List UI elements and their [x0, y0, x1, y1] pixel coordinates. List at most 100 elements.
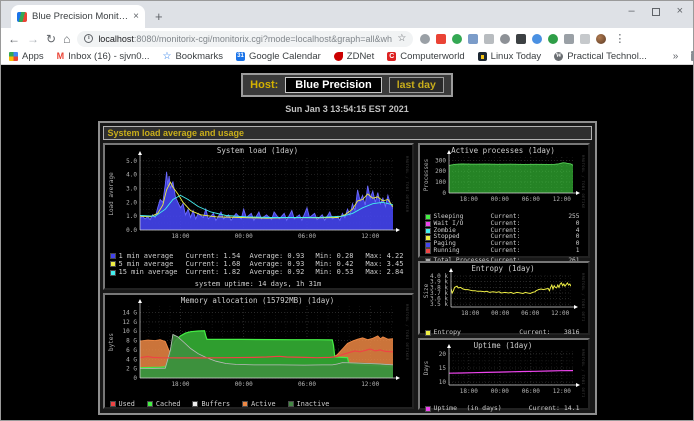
- report-datetime: Sun Jan 3 13:54:15 EST 2021: [1, 104, 693, 114]
- svg-text:RRDTOOL / TOBI OETIKER: RRDTOOL / TOBI OETIKER: [405, 304, 409, 361]
- processes-graph[interactable]: 010020030018:0000:0006:0012:00Active pro…: [421, 146, 587, 213]
- bookmark-inbox[interactable]: MInbox (16) - sjvn0...: [57, 51, 150, 62]
- svg-text:1.0: 1.0: [126, 213, 137, 220]
- svg-text:Uptime (1day): Uptime (1day): [473, 341, 532, 350]
- messenger-extension-icon[interactable]: [532, 34, 542, 44]
- memory-legend: UsedCachedBuffersActiveInactive: [106, 398, 411, 412]
- computerworld-icon: C: [387, 52, 396, 61]
- host-selector-bar: Host: Blue Precision last day: [241, 73, 453, 97]
- svg-text:Memory allocation (15792MB) (: Memory allocation (15792MB) (1day): [180, 296, 334, 305]
- svg-text:15: 15: [438, 365, 446, 372]
- memory-chartbox: 02 G4 G6 G8 G10 G12 G14 G18:0000:0006:00…: [103, 293, 414, 409]
- browser-menu-icon[interactable]: ⋮: [614, 32, 625, 45]
- section-title: System load average and usage: [103, 126, 592, 140]
- browser-window: Blue Precision Monitorix × + – × ← → ↻ ⌂…: [0, 0, 694, 421]
- tab-close-icon[interactable]: ×: [133, 11, 139, 22]
- tab-title: Blue Precision Monitorix: [32, 11, 128, 22]
- url-text[interactable]: localhost:8080/monitorix-cgi/monitorix.c…: [98, 34, 392, 44]
- adblock-extension-icon[interactable]: [548, 34, 558, 44]
- bookmark-apps[interactable]: Apps: [9, 51, 44, 62]
- svg-text:00:00: 00:00: [490, 388, 508, 395]
- uptime-graph[interactable]: 10152018:0000:0006:0012:00Uptime (1day)D…: [421, 341, 587, 403]
- svg-text:Load average: Load average: [108, 172, 115, 216]
- bookmark-label: Linux Today: [491, 51, 542, 62]
- svg-text:0: 0: [442, 190, 446, 197]
- svg-text:20: 20: [438, 351, 446, 358]
- home-icon[interactable]: ⌂: [63, 33, 70, 45]
- svg-text:18:00: 18:00: [461, 310, 479, 317]
- svg-text:300: 300: [435, 157, 446, 164]
- graphs-frame: System load average and usage 0.01.02.03…: [98, 121, 597, 415]
- svg-text:3.0: 3.0: [126, 185, 137, 192]
- processes-legend: SleepingCurrent:255Wait I/OCurrent:0Zomb…: [421, 213, 587, 267]
- browser-tab[interactable]: Blue Precision Monitorix ×: [11, 5, 145, 28]
- new-tab-button[interactable]: +: [155, 9, 163, 24]
- svg-text:06:00: 06:00: [521, 388, 539, 395]
- entropy-graph[interactable]: 3.5 k3.6 k3.7 k3.8 k3.9 k4.0 k18:0000:00…: [421, 264, 587, 327]
- address-bar[interactable]: i localhost:8080/monitorix-cgi/monitorix…: [77, 31, 413, 47]
- bookmark-label: Bookmarks: [175, 51, 223, 62]
- bookmark-linuxtoday[interactable]: Linux Today: [478, 51, 542, 62]
- svg-text:Entropy (1day): Entropy (1day): [471, 264, 534, 273]
- svg-text:18:00: 18:00: [171, 233, 189, 240]
- web-extension-icon[interactable]: [500, 34, 510, 44]
- bookmark-practical[interactable]: WPractical Technol...: [554, 51, 647, 62]
- entropy-chartbox: 3.5 k3.6 k3.7 k3.8 k3.9 k4.0 k18:0000:00…: [418, 261, 590, 335]
- svg-text:0.0: 0.0: [126, 227, 137, 234]
- bookmarks-overflow-icon[interactable]: »: [673, 51, 679, 62]
- screenshot-extension-icon[interactable]: [484, 34, 494, 44]
- extensions-row: ⋮: [420, 32, 625, 45]
- svg-text:Days: Days: [423, 360, 430, 375]
- svg-text:12:00: 12:00: [552, 196, 570, 203]
- svg-text:4 G: 4 G: [126, 356, 137, 363]
- bookmark-calendar[interactable]: 31Google Calendar: [236, 51, 321, 62]
- share-extension-icon[interactable]: [452, 34, 462, 44]
- window-controls: – ×: [628, 6, 683, 17]
- minimize-icon[interactable]: –: [628, 6, 634, 17]
- memory-graph[interactable]: 02 G4 G6 G8 G10 G12 G14 G18:0000:0006:00…: [106, 296, 411, 398]
- svg-text:0: 0: [133, 375, 137, 382]
- dark-extension-icon[interactable]: [516, 34, 526, 44]
- maximize-icon[interactable]: [652, 8, 660, 16]
- bookmark-label: Practical Technol...: [567, 51, 647, 62]
- profile-avatar[interactable]: [596, 34, 606, 44]
- bookmark-star-icon[interactable]: ☆: [397, 33, 406, 44]
- system-load-graph[interactable]: 0.01.02.03.04.05.018:0000:0006:0012:00Sy…: [106, 146, 411, 252]
- svg-text:12:00: 12:00: [361, 381, 379, 388]
- bookmarks-bar: Apps MInbox (16) - sjvn0... ☆ Bookmarks 3…: [1, 49, 693, 65]
- svg-text:06:00: 06:00: [521, 310, 539, 317]
- svg-text:10 G: 10 G: [122, 328, 137, 335]
- search-extension-icon[interactable]: [420, 34, 430, 44]
- svg-text:8 G: 8 G: [126, 338, 137, 345]
- back-icon[interactable]: ←: [8, 33, 20, 45]
- gmail-extension-icon[interactable]: [436, 34, 446, 44]
- bookmark-bookmarks[interactable]: ☆ Bookmarks: [162, 51, 222, 62]
- svg-text:Size: Size: [423, 283, 430, 298]
- zdnet-icon: [334, 52, 343, 61]
- url-host: localhost: [98, 34, 134, 44]
- bookmark-zdnet[interactable]: ZDNet: [334, 51, 374, 62]
- reload-icon[interactable]: ↻: [46, 33, 56, 45]
- svg-text:RRDTOOL / TOBI OETIKER: RRDTOOL / TOBI OETIKER: [405, 156, 409, 213]
- browser-toolbar: ← → ↻ ⌂ i localhost:8080/monitorix-cgi/m…: [1, 28, 693, 49]
- forward-icon[interactable]: →: [27, 33, 39, 45]
- tab-strip: Blue Precision Monitorix × + – ×: [1, 1, 693, 28]
- svg-text:00:00: 00:00: [234, 381, 252, 388]
- linuxtoday-icon: [478, 52, 487, 61]
- svg-text:RRDTOOL / TOBI OETIKER: RRDTOOL / TOBI OETIKER: [581, 273, 585, 322]
- puzzle-extensions-icon[interactable]: [564, 34, 574, 44]
- tabs-extension-icon[interactable]: [468, 34, 478, 44]
- bookmark-label: Inbox (16) - sjvn0...: [68, 51, 149, 62]
- star-icon: ☆: [162, 52, 171, 61]
- svg-text:RRDTOOL / TOBI OETIKER: RRDTOOL / TOBI OETIKER: [581, 349, 585, 398]
- apps-grid-icon: [9, 52, 18, 61]
- monitorix-page: Host: Blue Precision last day Sun Jan 3 …: [1, 65, 693, 420]
- site-info-icon[interactable]: i: [84, 34, 93, 43]
- svg-text:4.0 k: 4.0 k: [429, 273, 447, 280]
- svg-text:00:00: 00:00: [490, 196, 508, 203]
- window-close-icon[interactable]: ×: [677, 6, 683, 17]
- bookmark-computerworld[interactable]: CComputerworld: [387, 51, 464, 62]
- reading-list-icon[interactable]: [580, 34, 590, 44]
- svg-text:12:00: 12:00: [551, 310, 569, 317]
- monitorix-favicon: [17, 12, 27, 22]
